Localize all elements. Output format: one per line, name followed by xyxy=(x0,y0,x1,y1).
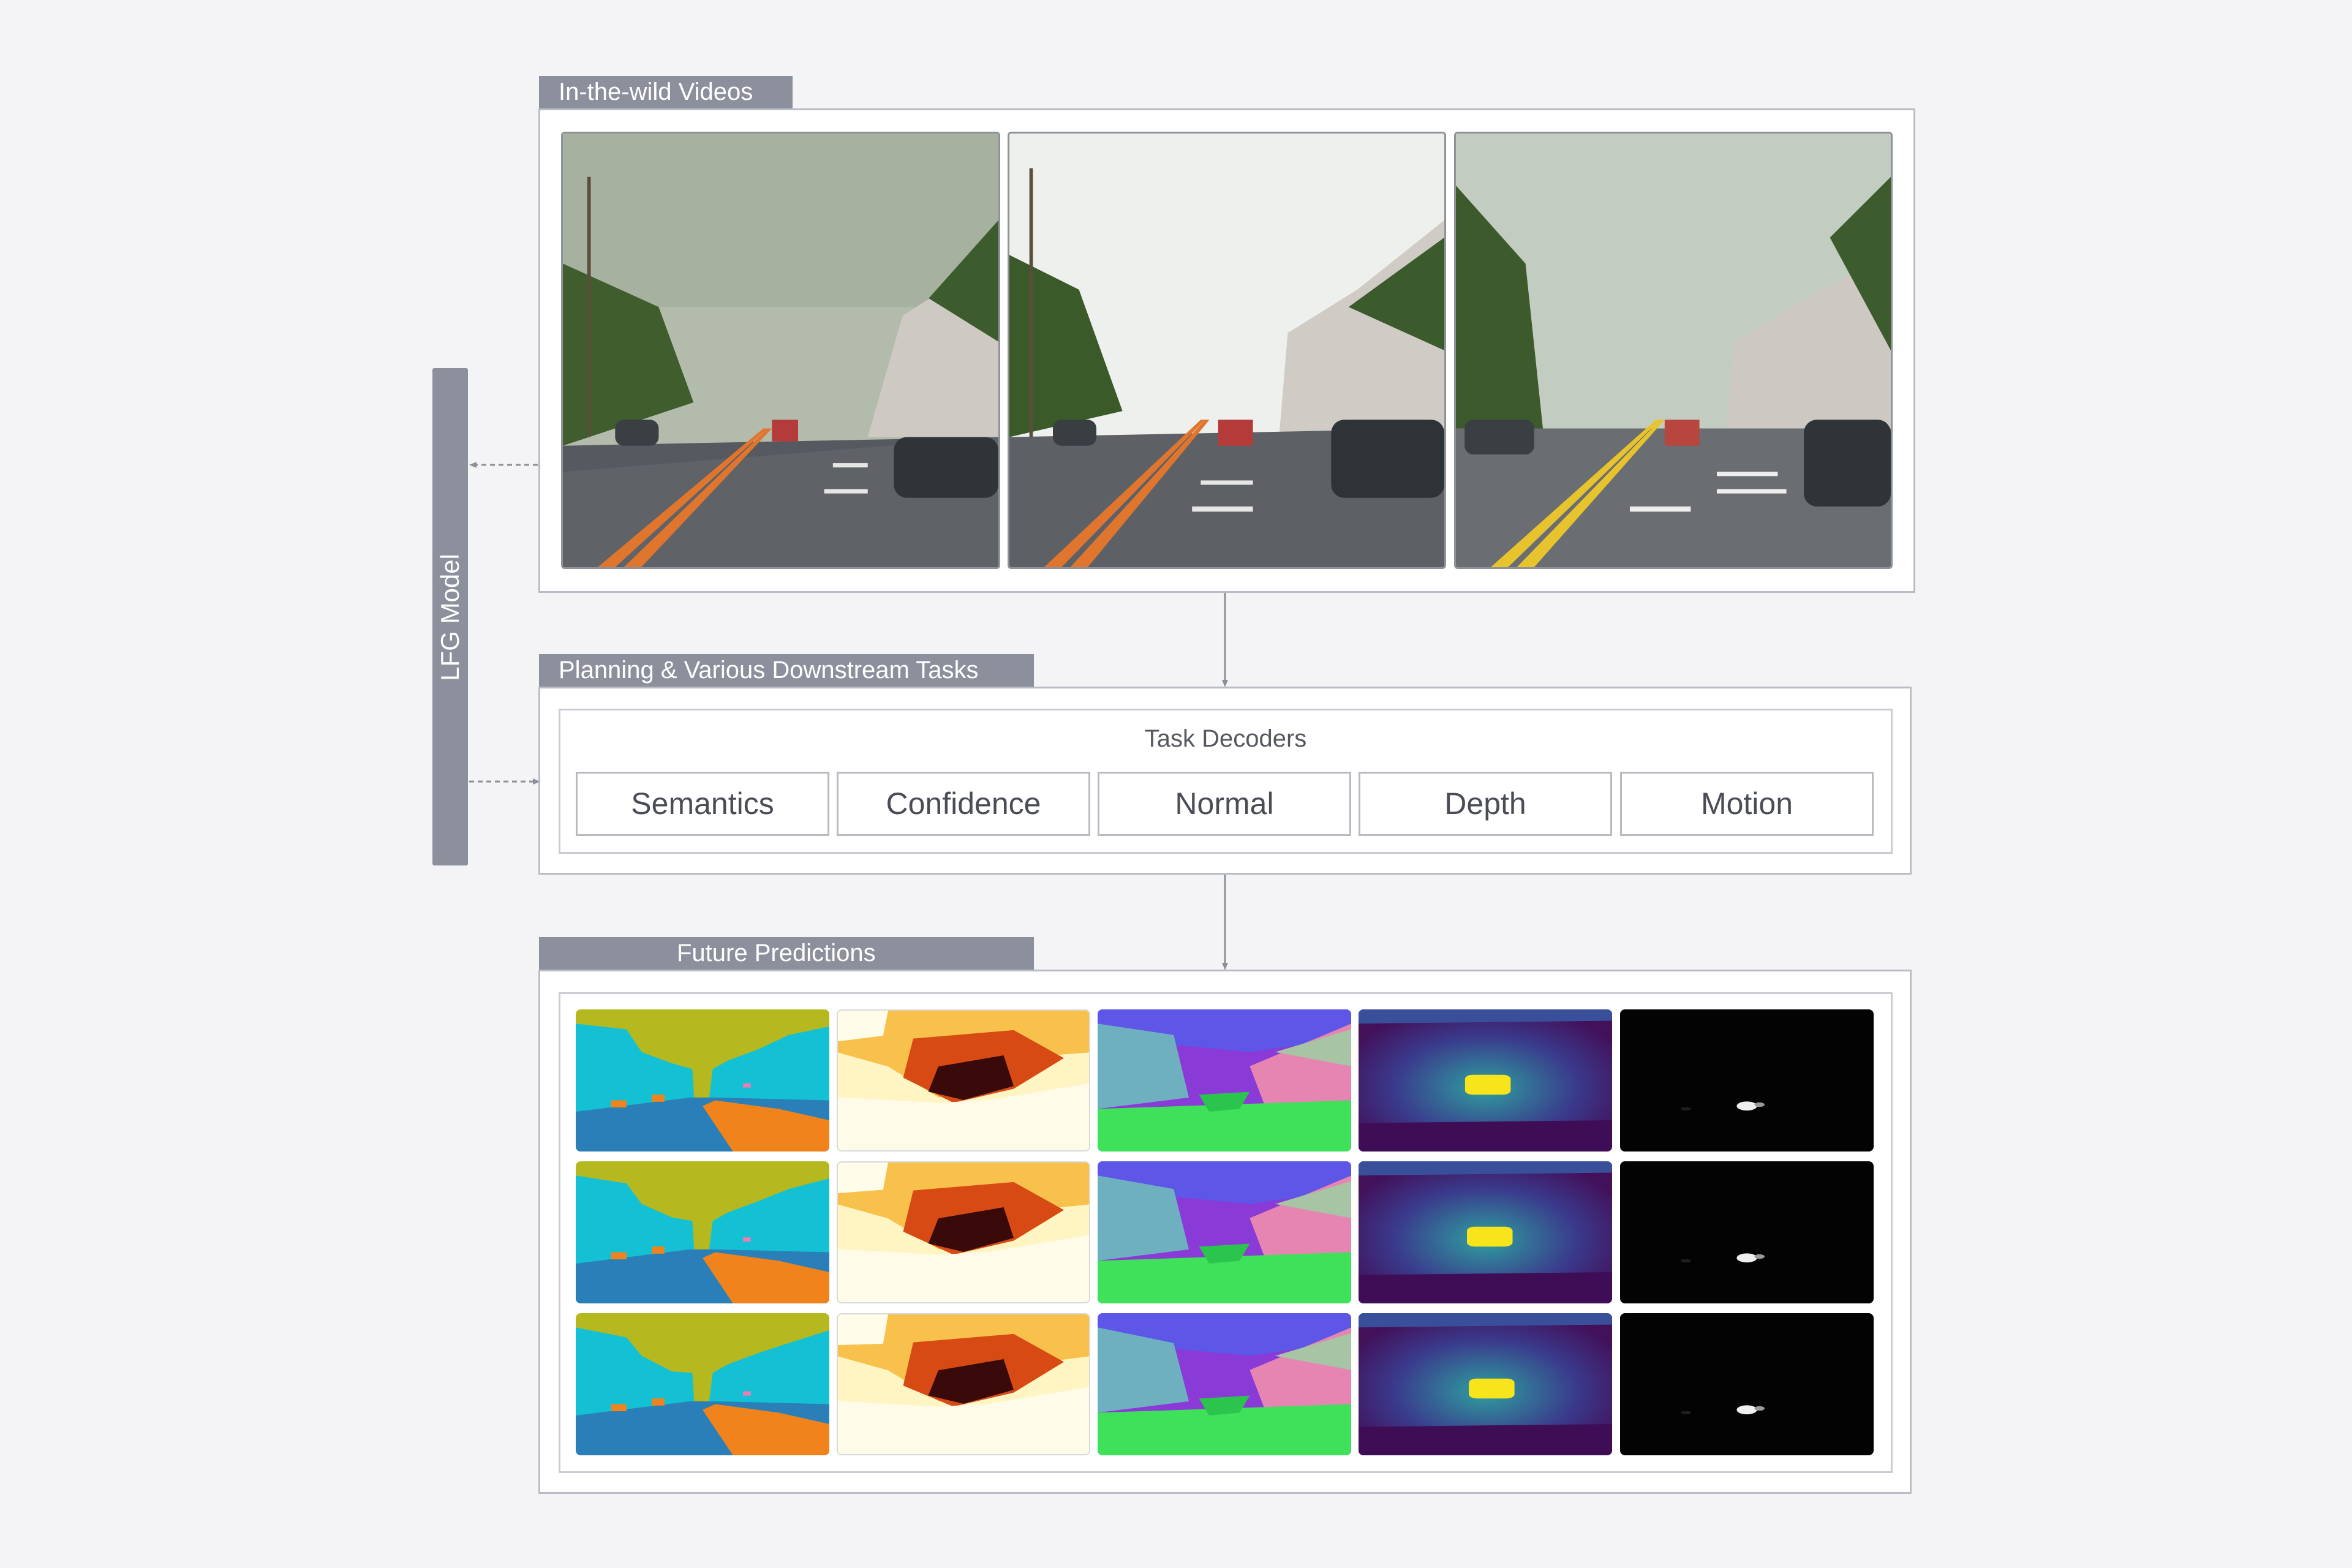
prediction-normal-1 xyxy=(1098,1009,1351,1152)
prediction-depth-1 xyxy=(1359,1009,1612,1152)
decoder-semantics: Semantics xyxy=(576,772,829,836)
prediction-motion-3 xyxy=(1620,1313,1874,1455)
prediction-semantics-1 xyxy=(576,1009,829,1152)
decoder-motion: Motion xyxy=(1620,772,1874,836)
prediction-confidence-3 xyxy=(837,1313,1090,1455)
prediction-motion-2 xyxy=(1620,1161,1874,1303)
task-decoders-title: Task Decoders xyxy=(1144,725,1307,752)
video-frame-1 xyxy=(561,132,1000,569)
prediction-depth-2 xyxy=(1359,1161,1612,1303)
prediction-depth-3 xyxy=(1359,1313,1612,1455)
videos-section-title: In-the-wild Videos xyxy=(539,76,793,110)
decoder-normal: Normal xyxy=(1098,772,1351,836)
decoder-confidence: Confidence xyxy=(837,772,1090,836)
planning-section-title: Planning & Various Downstream Tasks xyxy=(539,654,1034,688)
prediction-motion-1 xyxy=(1620,1009,1874,1152)
prediction-semantics-3 xyxy=(576,1313,829,1455)
prediction-normal-3 xyxy=(1098,1313,1351,1455)
video-frame-2 xyxy=(1008,132,1446,569)
future-section-title: Future Predictions xyxy=(539,937,1034,971)
prediction-confidence-1 xyxy=(837,1009,1090,1152)
prediction-confidence-2 xyxy=(837,1161,1090,1303)
prediction-normal-2 xyxy=(1098,1161,1351,1303)
decoder-depth: Depth xyxy=(1359,772,1612,836)
video-frame-3 xyxy=(1454,132,1893,569)
prediction-semantics-2 xyxy=(576,1161,829,1303)
